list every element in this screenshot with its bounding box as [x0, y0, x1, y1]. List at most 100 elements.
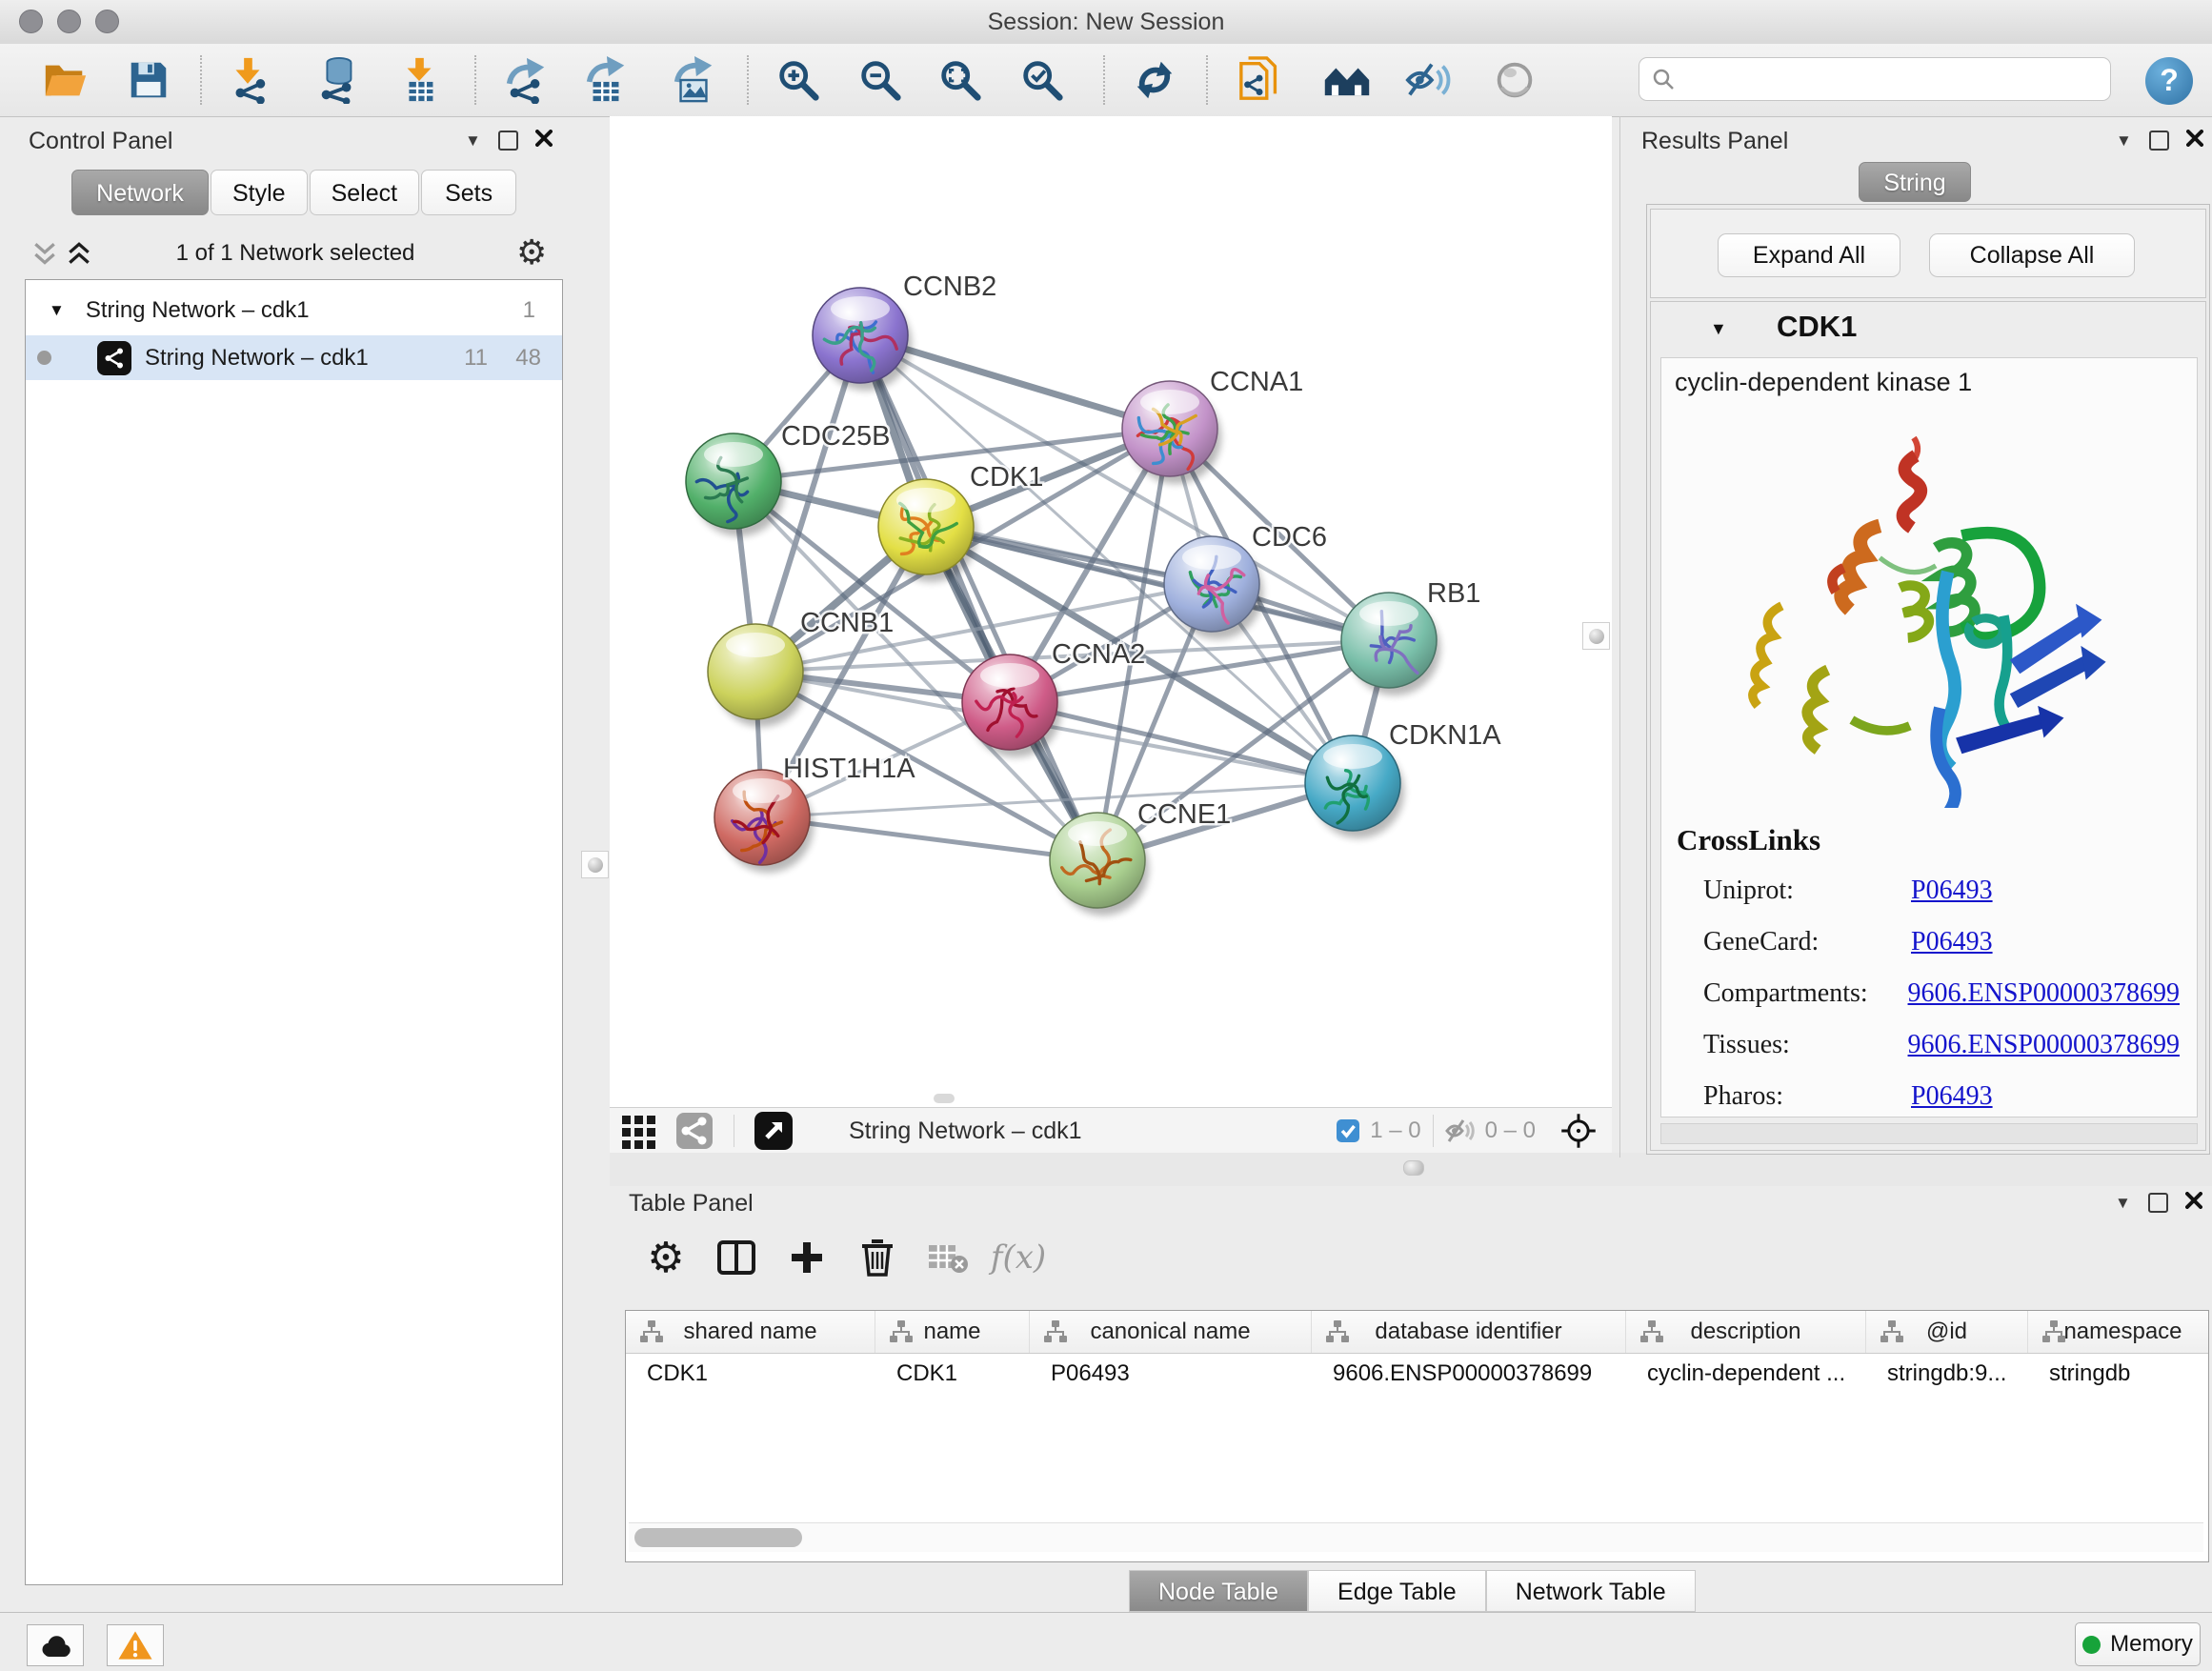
cytoscape-window: Session: New Session: [0, 0, 2212, 1671]
control-panel-float-icon[interactable]: [498, 131, 518, 151]
zoom-in-button[interactable]: [772, 53, 825, 107]
table-settings-gear-button[interactable]: ⚙: [638, 1230, 694, 1285]
tab-sets[interactable]: Sets: [421, 170, 516, 215]
column-header--id[interactable]: @id: [1866, 1311, 2028, 1353]
crosslink-uniprot--link[interactable]: P06493: [1911, 876, 1993, 906]
tab-network[interactable]: Network: [71, 170, 209, 215]
table-row[interactable]: CDK1CDK1P064939606.ENSP00000378699cyclin…: [626, 1354, 2208, 1394]
crosslinks-title: CrossLinks: [1677, 823, 1820, 857]
import-table-button[interactable]: [392, 53, 446, 107]
node-CCNE1[interactable]: [1050, 813, 1145, 908]
tab-style[interactable]: Style: [211, 170, 308, 215]
horizontal-splitter-handle[interactable]: [1403, 1160, 1424, 1176]
table-tabs: Node TableEdge TableNetwork Table: [1129, 1570, 1696, 1612]
scrollbar-thumb[interactable]: [634, 1528, 802, 1547]
open-session-button[interactable]: [38, 53, 91, 107]
accordion-caret-icon[interactable]: ▼: [1710, 319, 1727, 339]
crosslink-pharos--link[interactable]: P06493: [1911, 1081, 1993, 1112]
cloud-status-button[interactable]: [27, 1624, 84, 1666]
node-CCNA2[interactable]: [962, 654, 1057, 750]
right-splitter-handle[interactable]: [1582, 622, 1610, 650]
node-CDKN1A[interactable]: [1305, 735, 1400, 831]
table-cell: P06493: [1030, 1360, 1312, 1387]
results-panel-close-icon[interactable]: [2186, 130, 2203, 151]
tab-network-table[interactable]: Network Table: [1486, 1570, 1696, 1612]
import-network-database-button[interactable]: [311, 53, 364, 107]
glass-ball-toggle-button[interactable]: [1488, 53, 1541, 107]
table-panel-menu-caret-icon[interactable]: ▼: [2115, 1194, 2131, 1213]
show-columns-button[interactable]: [709, 1230, 764, 1285]
search-input[interactable]: [1676, 65, 2110, 93]
memory-label: Memory: [2110, 1631, 2193, 1658]
node-CDC6[interactable]: [1164, 536, 1259, 632]
control-panel-menu-caret-icon[interactable]: ▼: [465, 131, 481, 151]
network-collection-row[interactable]: ▼ String Network – cdk1 1: [26, 288, 562, 332]
export-table-button[interactable]: [579, 53, 633, 107]
column-header-database-identifier[interactable]: database identifier: [1312, 1311, 1626, 1353]
export-network-button[interactable]: [499, 53, 553, 107]
apply-layout-button[interactable]: [1128, 53, 1181, 107]
fit-selected-crosshair-button[interactable]: [1551, 1103, 1606, 1158]
zoom-out-button[interactable]: [854, 53, 907, 107]
control-panel-window-icons: ▼: [465, 130, 553, 151]
crosslink-compartments--link[interactable]: 9606.ENSP00000378699: [1908, 978, 2180, 1009]
birdseye-grid-button[interactable]: [612, 1103, 667, 1158]
left-splitter-handle[interactable]: [581, 851, 609, 878]
crosslink-genecard--link[interactable]: P06493: [1911, 927, 1993, 957]
toolbar-search-field[interactable]: [1639, 57, 2111, 101]
collapse-all-tree-icon-button[interactable]: [32, 241, 57, 272]
warning-status-button[interactable]: [107, 1624, 164, 1666]
node-CDC25B[interactable]: [686, 433, 781, 529]
tree-expand-caret-icon[interactable]: ▼: [49, 301, 65, 320]
control-panel-title: Control Panel: [29, 128, 172, 155]
column-header-description[interactable]: description: [1626, 1311, 1866, 1353]
tab-string[interactable]: String: [1859, 162, 1971, 202]
string-eye-toggle-button[interactable]: [1402, 53, 1456, 107]
string-home-button[interactable]: [1320, 53, 1374, 107]
network-row-selected[interactable]: String Network – cdk1 11 48: [26, 335, 562, 380]
eye-slash-icon: [1405, 56, 1453, 104]
column-header-shared-name[interactable]: shared name: [626, 1311, 875, 1353]
table-horizontal-scrollbar[interactable]: [629, 1522, 2203, 1552]
node-CCNA1[interactable]: [1122, 381, 1217, 476]
tab-select[interactable]: Select: [310, 170, 419, 215]
zoom-fit-button[interactable]: [934, 53, 987, 107]
table-panel-close-icon[interactable]: [2185, 1192, 2202, 1214]
delete-column-trash-button[interactable]: [850, 1230, 905, 1285]
memory-button[interactable]: Memory: [2075, 1622, 2201, 1666]
table-panel-float-icon[interactable]: [2148, 1193, 2168, 1213]
table-cell: stringdb:9...: [1866, 1360, 2028, 1387]
network-canvas[interactable]: CCNB2CCNA1CDC25BCDK1CDC6RB1CCNB1CCNA2CDK…: [610, 116, 1612, 1107]
export-table-icon: [582, 56, 630, 104]
create-column-plus-button[interactable]: [779, 1230, 835, 1285]
save-session-button[interactable]: [122, 53, 175, 107]
node-CDK1[interactable]: [876, 479, 974, 574]
column-header-canonical-name[interactable]: canonical name: [1030, 1311, 1312, 1353]
collapse-all-button[interactable]: Collapse All: [1929, 233, 2135, 277]
node-RB1[interactable]: [1341, 593, 1437, 688]
tab-node-table[interactable]: Node Table: [1129, 1570, 1308, 1612]
canvas-scroll-pill[interactable]: [934, 1094, 955, 1103]
results-panel-float-icon[interactable]: [2149, 131, 2169, 151]
column-header-namespace[interactable]: namespace: [2028, 1311, 2209, 1353]
column-header-name[interactable]: name: [875, 1311, 1030, 1353]
share-document-button[interactable]: [1235, 53, 1288, 107]
hidden-eye-icon[interactable]: [1445, 1117, 1478, 1144]
network-share-button[interactable]: [667, 1103, 722, 1158]
help-button[interactable]: ?: [2145, 57, 2193, 105]
control-panel-close-icon[interactable]: [535, 130, 553, 151]
selected-checkbox-icon[interactable]: [1336, 1118, 1360, 1143]
results-panel-menu-caret-icon[interactable]: ▼: [2116, 131, 2132, 151]
edge-CCNA2-CDKN1A[interactable]: [1010, 702, 1353, 783]
tab-edge-table[interactable]: Edge Table: [1308, 1570, 1486, 1612]
expand-all-tree-icon-button[interactable]: [67, 241, 91, 272]
node-CCNB1[interactable]: [708, 624, 803, 719]
network-options-gear-icon[interactable]: ⚙: [516, 232, 547, 272]
import-network-file-button[interactable]: [221, 53, 274, 107]
crosslink-tissues--link[interactable]: 9606.ENSP00000378699: [1908, 1030, 2180, 1060]
zoom-selected-button[interactable]: [1016, 53, 1069, 107]
export-image-button[interactable]: [667, 53, 720, 107]
results-panel-window-icons: ▼: [2116, 130, 2203, 151]
detach-view-button[interactable]: [746, 1103, 801, 1158]
expand-all-button[interactable]: Expand All: [1718, 233, 1900, 277]
